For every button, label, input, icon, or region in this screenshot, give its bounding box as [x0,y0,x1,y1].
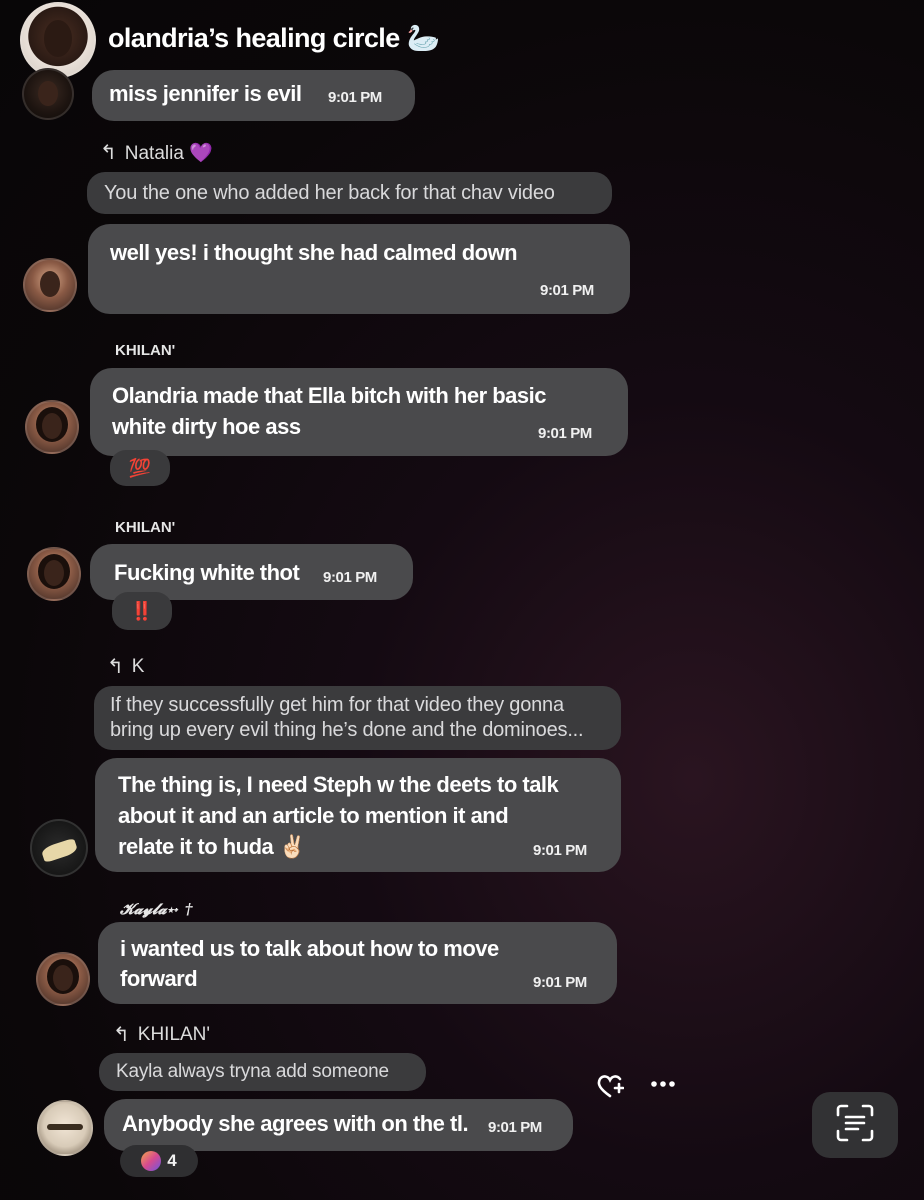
message-text-line: about it and an article to mention it an… [118,803,509,828]
quoted-message[interactable]: Kayla always tryna add someone [99,1053,426,1091]
sender-name: KHILAN' [115,342,176,359]
text-scan-button[interactable] [812,1092,898,1158]
message-time: 9:01 PM [328,89,382,106]
sender-avatar[interactable] [37,1100,93,1156]
reaction-badge[interactable]: ‼️ [112,592,172,630]
sender-name: 𝓚𝓪𝔂𝓵𝓪⋆˖ † [120,900,193,918]
message-text: well yes! i thought she had calmed down [110,240,518,265]
sender-avatar[interactable] [22,68,74,120]
message-time: 9:01 PM [538,425,592,442]
reply-arrow-icon: ↰ [113,1024,130,1046]
message-text: Fucking white thot [114,560,300,585]
message-text-line: white dirty hoe ass [112,414,301,439]
reply-indicator: ↰ Natalia 💜 [100,140,213,165]
sender-avatar[interactable] [23,258,77,312]
message-text: Anybody she agrees with on the tl. [122,1111,469,1136]
quoted-message[interactable]: You the one who added her back for that … [87,172,612,214]
group-title[interactable]: olandria’s healing circle 🦢 [108,22,440,54]
reply-indicator: ↰ K [107,654,144,679]
reaction-badge[interactable]: 4 [120,1145,198,1177]
sender-avatar[interactable] [30,819,88,877]
message-bubble[interactable]: The thing is, I need Steph w the deets t… [95,758,621,872]
message-text: miss jennifer is evil [109,81,302,106]
message-bubble[interactable]: Anybody she agrees with on the tl. 9:01 … [104,1099,573,1151]
double-exclamation-icon: ‼️ [130,600,154,621]
hundred-points-icon: 💯 [128,457,152,478]
sender-avatar[interactable] [27,547,81,601]
reply-to-name: Natalia 💜 [124,142,213,164]
message-bubble[interactable]: miss jennifer is evil 9:01 PM [92,70,415,121]
message-bubble[interactable]: Olandria made that Ella bitch with her b… [90,368,628,456]
message-text-line: i wanted us to talk about how to move [120,936,499,961]
message-bubble[interactable]: well yes! i thought she had calmed down … [88,224,630,314]
text-scan-icon [835,1103,875,1148]
sender-avatar[interactable] [36,952,90,1006]
quoted-text: Kayla always tryna add someone [116,1061,389,1082]
message-time: 9:01 PM [540,282,594,299]
quoted-text-line: If they successfully get him for that vi… [110,694,564,716]
message-text-line: Olandria made that Ella bitch with her b… [112,383,547,408]
quoted-message[interactable]: If they successfully get him for that vi… [94,686,621,750]
message-bubble[interactable]: i wanted us to talk about how to move fo… [98,922,617,1004]
reply-to-name: K [131,655,145,677]
sender-avatar[interactable] [25,400,79,454]
reaction-count: 4 [167,1151,177,1170]
ellipsis-icon[interactable] [650,1076,676,1092]
message-time: 9:01 PM [533,974,587,991]
group-avatar[interactable] [20,2,96,78]
reply-indicator: ↰ KHILAN' [113,1022,210,1047]
reply-to-name: KHILAN' [137,1023,211,1045]
sender-name: KHILAN' [115,519,176,536]
reply-arrow-icon: ↰ [107,656,124,678]
reply-arrow-icon: ↰ [100,142,117,164]
message-text-line: forward [120,966,198,991]
message-time: 9:01 PM [323,569,377,586]
reaction-badge[interactable]: 💯 [110,450,170,486]
quoted-text: You the one who added her back for that … [104,182,555,204]
heart-plus-icon[interactable] [596,1073,625,1099]
message-time: 9:01 PM [533,842,587,859]
heart-reaction-icon [141,1151,162,1171]
message-text-line: relate it to huda ✌🏻 [118,834,306,859]
message-text-line: The thing is, I need Steph w the deets t… [118,772,559,797]
quoted-text-line: bring up every evil thing he’s done and … [110,719,584,741]
message-time: 9:01 PM [488,1119,542,1136]
